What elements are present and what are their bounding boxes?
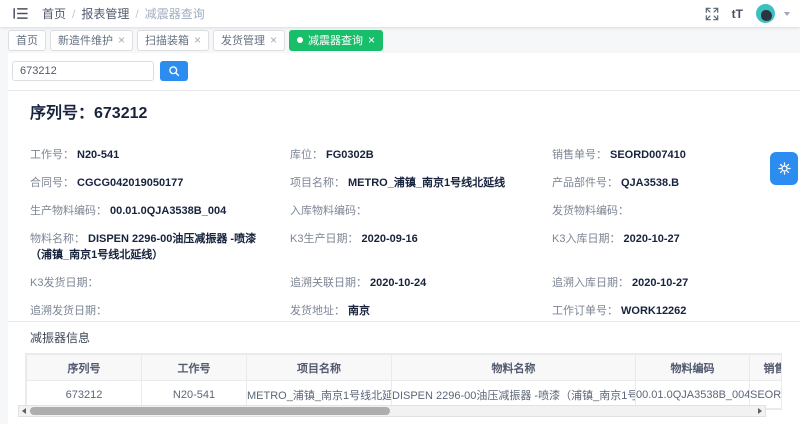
section-title: 减振器信息 xyxy=(30,329,800,346)
breadcrumb-item-home[interactable]: 首页 xyxy=(42,5,66,22)
field-prod-material-code: 生产物料编码：00.01.0QJA3538B_004 xyxy=(30,203,290,219)
field-project-name: 项目名称：METRO_浦镇_南京1号线北延线 xyxy=(290,175,552,191)
settings-fab-button[interactable] xyxy=(770,152,798,185)
column-header-material-code: 物料编码 xyxy=(636,355,750,381)
scrollbar-thumb[interactable] xyxy=(30,407,390,415)
tab-close-icon[interactable]: × xyxy=(368,34,375,46)
divider xyxy=(8,90,800,91)
damper-info-section: 减振器信息 序列号 工作号 项目名称 物料名称 物料编码 销售单号 6 xyxy=(8,321,800,410)
field-product-part-no: 产品部件号：QJA3538.B xyxy=(552,175,786,191)
tab-close-icon[interactable]: × xyxy=(194,34,201,46)
page-title: 序列号：673212 xyxy=(30,99,147,123)
tab-label: 新造件维护 xyxy=(58,32,113,48)
field-sales-order: 销售单号：SEORD007410 xyxy=(552,147,786,163)
scrollbar-left-arrow-icon[interactable] xyxy=(19,406,29,416)
field-k3-prod-date: K3生产日期：2020-09-16 xyxy=(290,231,552,263)
serial-search-input[interactable] xyxy=(12,61,154,81)
breadcrumb: 首页 / 报表管理 / 减震器查询 xyxy=(42,5,205,22)
top-navbar: 首页 / 报表管理 / 减震器查询 tT xyxy=(0,0,800,27)
tab-label: 发货管理 xyxy=(221,32,265,48)
main-content: 序列号：673212 工作号：N20-541 库位：FG0302B 销售单号：S… xyxy=(8,53,800,424)
scrollbar-right-arrow-icon[interactable] xyxy=(755,406,765,416)
tab-label: 首页 xyxy=(16,32,38,48)
results-table-container: 序列号 工作号 项目名称 物料名称 物料编码 销售单号 673212 N20-5… xyxy=(25,353,782,410)
tab-close-icon[interactable]: × xyxy=(118,34,125,46)
collapse-menu-button[interactable] xyxy=(10,4,30,24)
field-trace-ship-date: 追溯发货日期： xyxy=(30,303,290,319)
user-menu-caret-icon[interactable] xyxy=(784,12,790,16)
active-tab-dot xyxy=(297,37,303,43)
field-ship-material-code: 发货物料编码： xyxy=(552,203,786,219)
tab-home[interactable]: 首页 xyxy=(8,30,46,51)
column-header-serial: 序列号 xyxy=(27,355,142,381)
tag-tab-bar: 首页 新造件维护 × 扫描装箱 × 发货管理 × 减震器查询 × xyxy=(0,27,800,53)
tab-scan-packing[interactable]: 扫描装箱 × xyxy=(137,30,209,51)
field-contract-no: 合同号：CGCG042019050177 xyxy=(30,175,290,191)
column-header-material-name: 物料名称 xyxy=(392,355,636,381)
column-header-work-no: 工作号 xyxy=(142,355,247,381)
avatar[interactable] xyxy=(756,4,775,23)
field-work-no: 工作号：N20-541 xyxy=(30,147,290,163)
field-inbound-material-code: 入库物料编码： xyxy=(290,203,552,219)
column-header-sales-order: 销售单号 xyxy=(750,355,783,381)
search-bar xyxy=(12,61,188,81)
tab-label: 减震器查询 xyxy=(308,32,363,48)
results-table: 序列号 工作号 项目名称 物料名称 物料编码 销售单号 673212 N20-5… xyxy=(26,354,782,409)
tab-damper-query[interactable]: 减震器查询 × xyxy=(289,30,383,51)
breadcrumb-separator: / xyxy=(72,7,75,21)
tab-label: 扫描装箱 xyxy=(145,32,189,48)
search-icon xyxy=(168,65,180,77)
horizontal-scrollbar[interactable] xyxy=(18,405,766,417)
tab-new-part-maintenance[interactable]: 新造件维护 × xyxy=(50,30,133,51)
gear-icon xyxy=(777,161,792,176)
field-k3-inbound-date: K3入库日期：2020-10-27 xyxy=(552,231,786,263)
breadcrumb-item-current: 减震器查询 xyxy=(145,5,205,22)
tab-shipping-management[interactable]: 发货管理 × xyxy=(213,30,285,51)
breadcrumb-separator: / xyxy=(135,7,138,21)
collapse-menu-icon xyxy=(13,7,28,20)
navbar-actions: tT xyxy=(705,4,790,23)
detail-fields: 工作号：N20-541 库位：FG0302B 销售单号：SEORD007410 … xyxy=(30,147,786,319)
field-material-name: 物料名称：DISPEN 2296-00油压减振器 -喷漆（浦镇_南京1号线北延线… xyxy=(30,231,290,263)
field-trace-link-date: 追溯关联日期：2020-10-24 xyxy=(290,275,552,291)
field-ship-address: 发货地址：南京 xyxy=(290,303,552,319)
field-location: 库位：FG0302B xyxy=(290,147,552,163)
field-k3-ship-date: K3发货日期： xyxy=(30,275,290,291)
font-size-icon[interactable]: tT xyxy=(732,7,743,21)
tab-close-icon[interactable]: × xyxy=(270,34,277,46)
field-trace-inbound-date: 追溯入库日期：2020-10-27 xyxy=(552,275,786,291)
search-button[interactable] xyxy=(160,61,188,81)
table-header-row: 序列号 工作号 项目名称 物料名称 物料编码 销售单号 xyxy=(27,355,783,381)
fullscreen-icon[interactable] xyxy=(705,7,719,21)
breadcrumb-item-reports[interactable]: 报表管理 xyxy=(81,5,129,22)
field-work-order-no: 工作订单号：WORK12262 xyxy=(552,303,786,319)
column-header-project: 项目名称 xyxy=(247,355,392,381)
